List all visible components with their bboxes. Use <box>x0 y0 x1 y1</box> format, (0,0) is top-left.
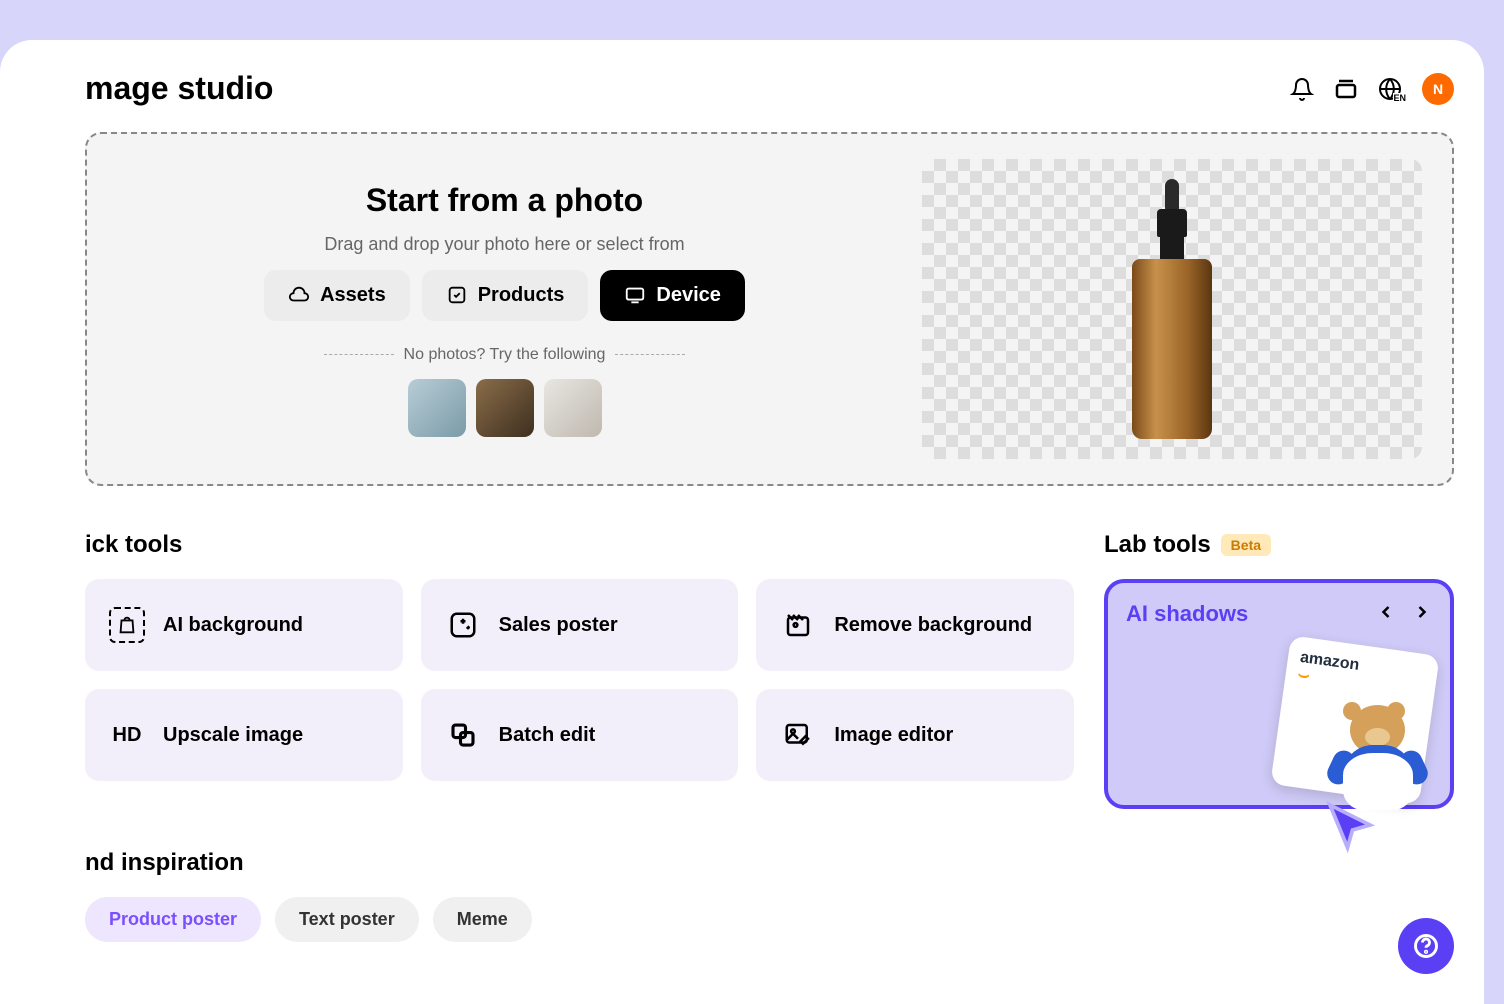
tool-label: Batch edit <box>499 723 596 747</box>
amazon-smile-icon: ⌣ <box>1297 664 1312 685</box>
app-window: mage studio EN N Start from a photo Drag… <box>0 40 1484 1004</box>
lab-tools-section: Lab tools Beta AI shadows <box>1104 531 1454 809</box>
language-label: EN <box>1393 93 1406 103</box>
chevron-left-icon[interactable] <box>1376 602 1396 627</box>
lab-card-header: AI shadows <box>1126 601 1432 627</box>
tool-batch-edit[interactable]: Batch edit <box>421 689 739 781</box>
no-photos-row: No photos? Try the following <box>324 346 686 364</box>
tool-label: Sales poster <box>499 613 618 637</box>
hd-icon: HD <box>109 717 145 753</box>
app-title: mage studio <box>85 70 273 107</box>
tool-ai-background[interactable]: AI background <box>85 579 403 671</box>
inspiration-tabs: Product poster Text poster Meme <box>85 897 1454 942</box>
tool-sales-poster[interactable]: Sales poster <box>421 579 739 671</box>
lab-preview-image: amazon ⌣ <box>1240 635 1460 815</box>
divider <box>615 354 685 355</box>
source-buttons: Assets Products Device <box>264 270 745 321</box>
products-button[interactable]: Products <box>422 270 589 321</box>
beta-badge: Beta <box>1221 534 1271 556</box>
header-icons: EN N <box>1290 73 1454 105</box>
help-icon <box>1412 932 1440 960</box>
inspiration-section: nd inspiration Product poster Text poste… <box>85 849 1454 942</box>
sample-thumb-palette[interactable] <box>476 379 534 437</box>
no-photos-text: No photos? Try the following <box>404 346 606 364</box>
products-label: Products <box>478 284 565 307</box>
tool-label: Remove background <box>834 613 1032 637</box>
tool-label: Upscale image <box>163 723 303 747</box>
lab-tools-title-text: Lab tools <box>1104 531 1211 559</box>
card-icon[interactable] <box>1334 77 1358 101</box>
preview-checkerboard <box>922 159 1422 459</box>
tools-row: ick tools AI background Sales poster <box>85 531 1454 809</box>
chevron-right-icon[interactable] <box>1412 602 1432 627</box>
tool-upscale-image[interactable]: HD Upscale image <box>85 689 403 781</box>
quick-tools-grid: AI background Sales poster Remove backgr… <box>85 579 1074 781</box>
sparkle-frame-icon <box>445 607 481 643</box>
dropzone-controls: Start from a photo Drag and drop your ph… <box>117 159 892 459</box>
tab-product-poster[interactable]: Product poster <box>85 897 261 942</box>
lab-nav <box>1376 602 1432 627</box>
device-button[interactable]: Device <box>600 270 745 321</box>
stack-icon <box>445 717 481 753</box>
sample-thumb-chair[interactable] <box>544 379 602 437</box>
sample-thumbnails <box>408 379 602 437</box>
tool-remove-background[interactable]: Remove background <box>756 579 1074 671</box>
photo-dropzone[interactable]: Start from a photo Drag and drop your ph… <box>85 132 1454 486</box>
bag-icon <box>109 607 145 643</box>
assets-button[interactable]: Assets <box>264 270 410 321</box>
quick-tools-title: ick tools <box>85 531 1074 559</box>
dropzone-title: Start from a photo <box>366 182 643 219</box>
lab-tools-title: Lab tools Beta <box>1104 531 1454 559</box>
assets-label: Assets <box>320 284 386 307</box>
erase-image-icon <box>780 607 816 643</box>
divider <box>324 354 394 355</box>
image-edit-icon <box>780 717 816 753</box>
dropzone-subtitle: Drag and drop your photo here or select … <box>324 234 684 255</box>
globe-language-icon[interactable]: EN <box>1378 77 1402 101</box>
help-button[interactable] <box>1398 918 1454 974</box>
tool-label: AI background <box>163 613 303 637</box>
quick-tools-section: ick tools AI background Sales poster <box>85 531 1074 809</box>
tool-label: Image editor <box>834 723 953 747</box>
sample-thumb-earbuds[interactable] <box>408 379 466 437</box>
bell-icon[interactable] <box>1290 77 1314 101</box>
lab-card-title: AI shadows <box>1126 601 1248 627</box>
lab-card-ai-shadows[interactable]: AI shadows amazon ⌣ <box>1104 579 1454 809</box>
avatar[interactable]: N <box>1422 73 1454 105</box>
device-label: Device <box>656 284 721 307</box>
product-bottle-image <box>1132 179 1212 439</box>
cursor-pointer-icon <box>1320 800 1380 865</box>
tab-meme[interactable]: Meme <box>433 897 532 942</box>
tab-text-poster[interactable]: Text poster <box>275 897 419 942</box>
inspiration-title: nd inspiration <box>85 849 1454 877</box>
tool-image-editor[interactable]: Image editor <box>756 689 1074 781</box>
header: mage studio EN N <box>85 70 1454 107</box>
